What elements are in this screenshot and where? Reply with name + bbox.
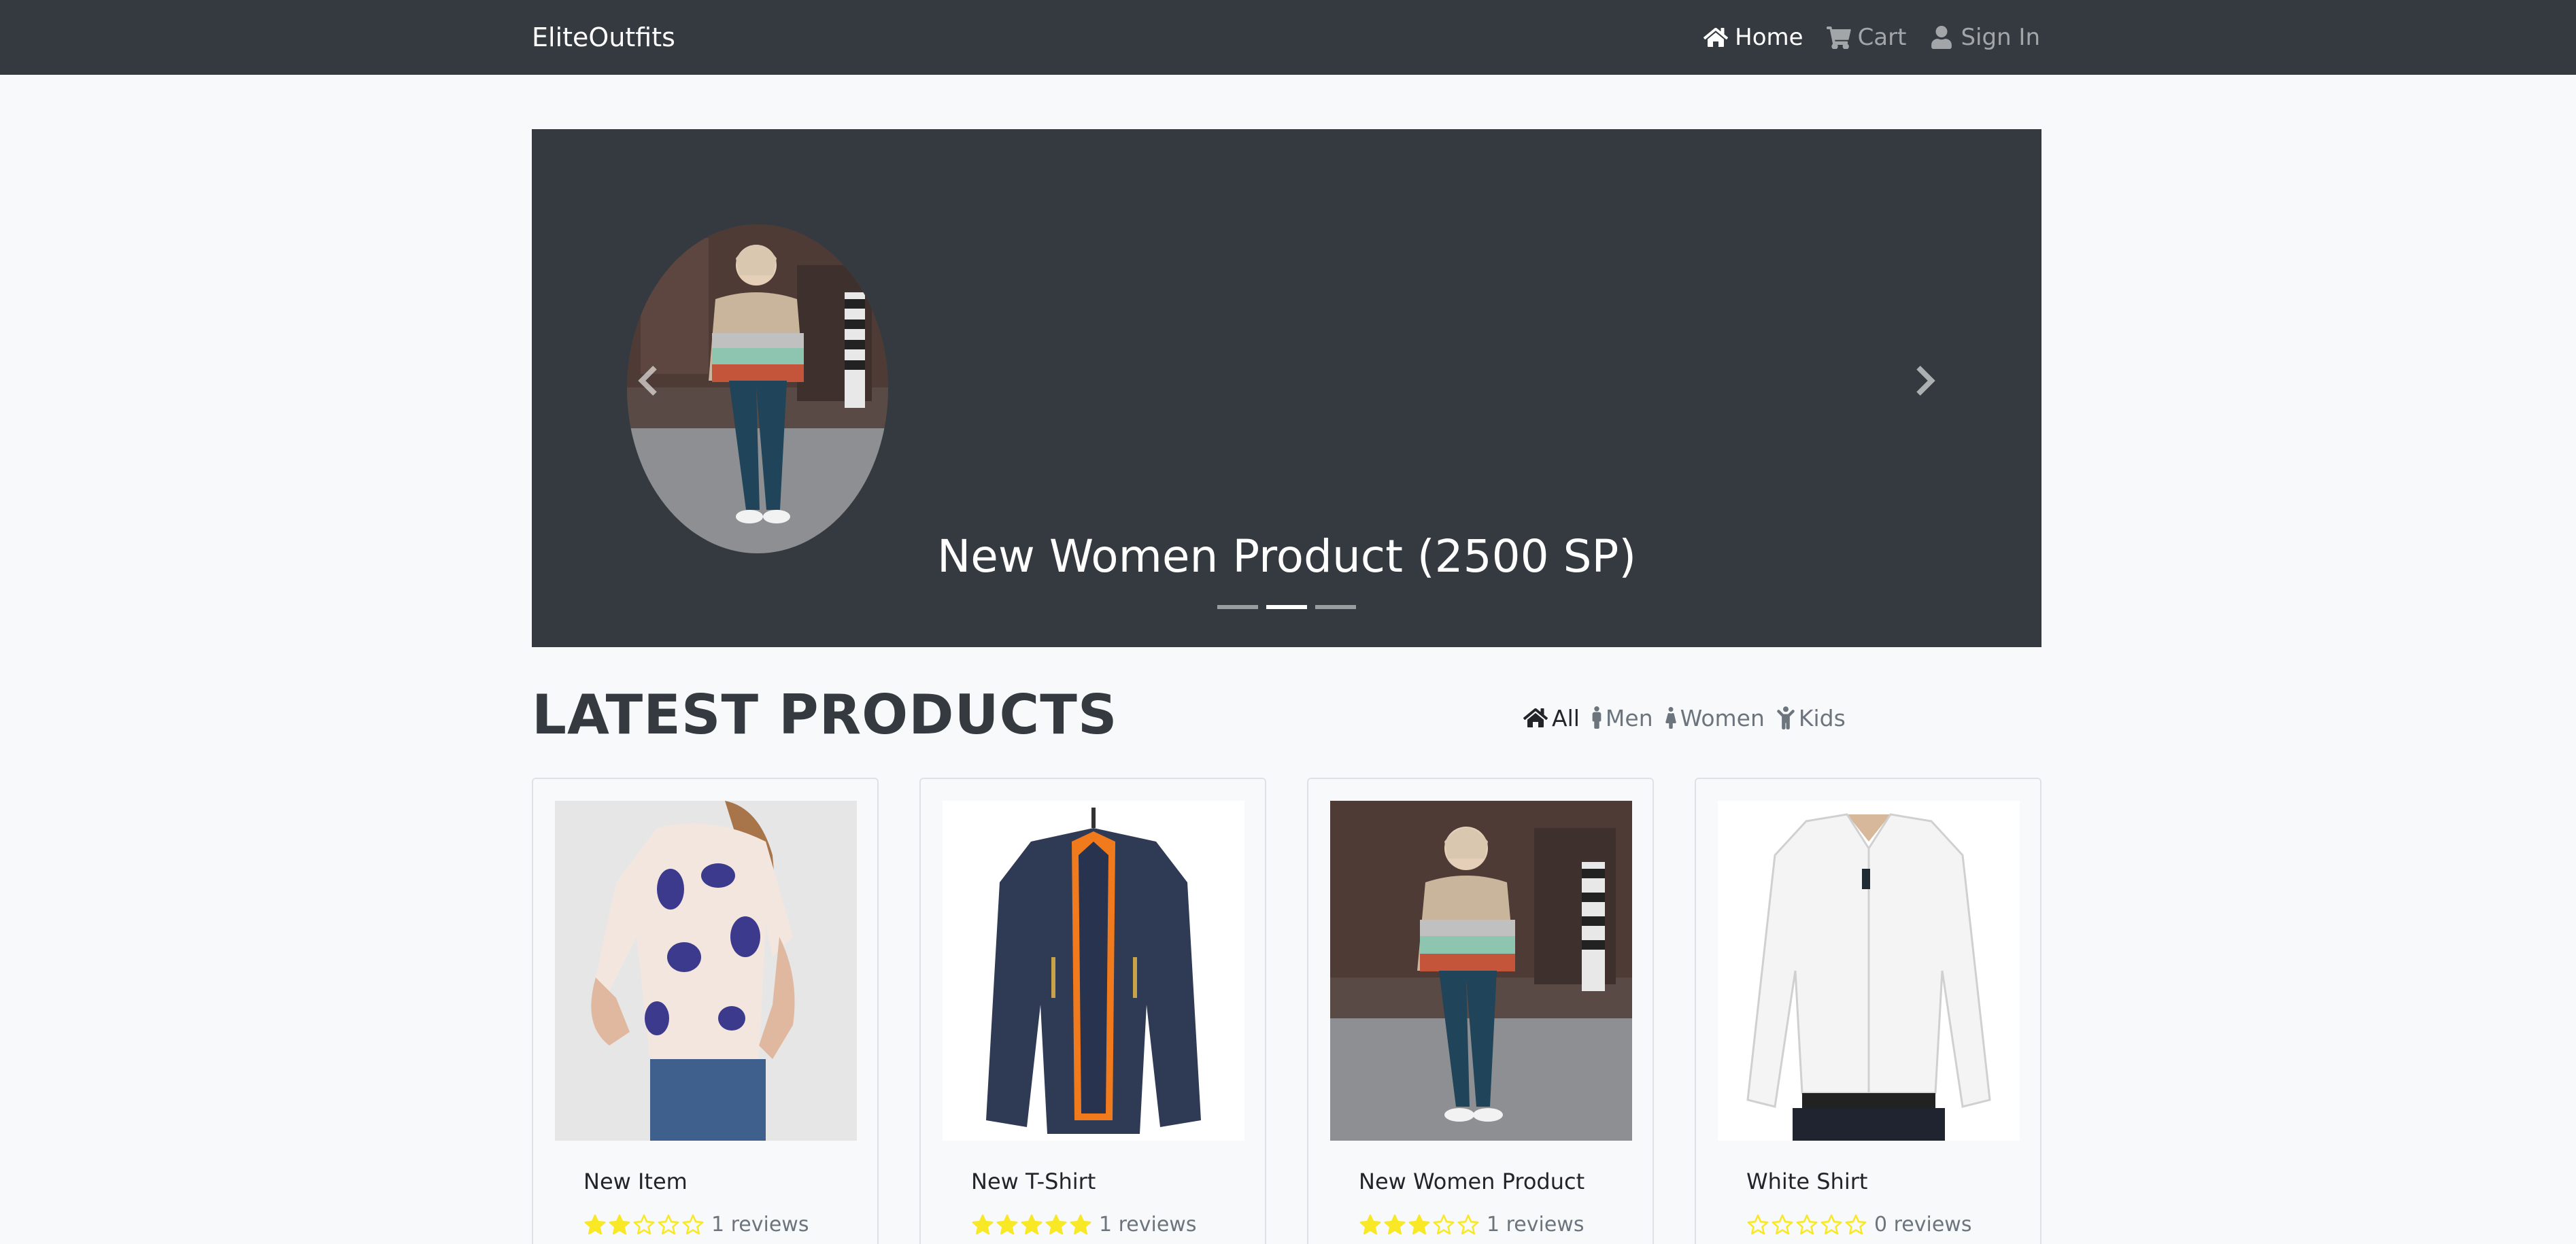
star-filled-icon (1408, 1214, 1430, 1234)
product-image-new-women-product[interactable] (1330, 801, 1632, 1141)
nav-links: Home Cart Sign In (1704, 20, 2040, 54)
product-image-new-tshirt[interactable] (943, 801, 1244, 1141)
star-filled-icon (1359, 1214, 1381, 1234)
star-filled-icon (996, 1214, 1018, 1234)
filter-kids[interactable]: Kids (1777, 705, 1846, 731)
filter-men-label: Men (1605, 704, 1653, 731)
star-filled-icon (1384, 1214, 1406, 1234)
star-empty-icon (658, 1214, 679, 1234)
chevron-right-icon (1916, 366, 1935, 396)
carousel-indicator-2[interactable] (1266, 605, 1307, 609)
female-icon (1665, 707, 1676, 729)
star-filled-icon (1021, 1214, 1043, 1234)
filter-all-label: All (1552, 704, 1580, 731)
star-empty-icon (1747, 1214, 1769, 1234)
product-card[interactable]: New Women Product 1 reviews (1307, 778, 1654, 1244)
product-carousel[interactable]: New Women Product (2500 SP) (532, 129, 2041, 647)
latest-products-heading: LATEST PRODUCTS (532, 683, 1118, 746)
nav-signin-link[interactable]: Sign In (1929, 20, 2040, 54)
star-rating (1746, 1213, 1867, 1237)
user-icon (1931, 26, 1952, 49)
nav-home-link[interactable]: Home (1704, 20, 1803, 54)
product-card[interactable]: White Shirt 0 reviews (1695, 778, 2041, 1244)
woman-fashion-photo (1330, 801, 1632, 1141)
product-image-new-item[interactable] (555, 801, 857, 1141)
filter-all[interactable]: All (1523, 705, 1580, 731)
chevron-left-icon (638, 366, 657, 396)
star-empty-icon (633, 1214, 655, 1234)
review-count: 1 reviews (1099, 1213, 1197, 1237)
carousel-indicator-1[interactable] (1217, 605, 1258, 609)
carousel-indicators (532, 605, 2041, 609)
filter-women[interactable]: Women (1665, 705, 1765, 731)
male-icon (1592, 706, 1601, 729)
star-filled-icon (609, 1214, 630, 1234)
product-title[interactable]: New Women Product (1359, 1167, 1584, 1196)
nav-signin-label: Sign In (1961, 24, 2040, 51)
brand-logo[interactable]: EliteOutfits (532, 20, 675, 54)
patterned-tshirt-photo (555, 801, 857, 1141)
category-filters: All Men Women Kids (1523, 700, 1846, 736)
carousel-prev-button[interactable] (627, 360, 668, 401)
product-rating: 0 reviews (1746, 1213, 1971, 1237)
nav-cart-label: Cart (1857, 24, 1907, 51)
product-card[interactable]: New T-Shirt 1 reviews (919, 778, 1266, 1244)
star-filled-icon (584, 1214, 606, 1234)
star-filled-icon (972, 1214, 994, 1234)
star-filled-icon (1045, 1214, 1067, 1234)
carousel-caption: New Women Product (2500 SP) (936, 530, 1637, 583)
white-shirt-photo (1718, 801, 2020, 1141)
review-count: 1 reviews (1487, 1213, 1584, 1237)
product-card[interactable]: New Item 1 reviews (532, 778, 879, 1244)
star-empty-icon (1845, 1214, 1867, 1234)
star-empty-icon (1796, 1214, 1818, 1234)
carousel-indicator-3[interactable] (1315, 605, 1356, 609)
nav-cart-link[interactable]: Cart (1826, 20, 1907, 54)
star-empty-icon (682, 1214, 704, 1234)
star-empty-icon (1433, 1214, 1455, 1234)
child-icon (1777, 706, 1795, 729)
star-empty-icon (1820, 1214, 1842, 1234)
star-empty-icon (1772, 1214, 1793, 1234)
product-title[interactable]: New T-Shirt (971, 1167, 1096, 1196)
product-title[interactable]: New Item (583, 1167, 688, 1196)
home-icon (1523, 708, 1548, 727)
product-rating: 1 reviews (583, 1213, 809, 1237)
star-rating (1359, 1213, 1480, 1237)
carousel-next-button[interactable] (1905, 360, 1946, 401)
star-filled-icon (1070, 1214, 1091, 1234)
product-rating: 1 reviews (1359, 1213, 1584, 1237)
product-title[interactable]: White Shirt (1746, 1167, 1867, 1196)
product-rating: 1 reviews (971, 1213, 1196, 1237)
nav-home-label: Home (1735, 24, 1803, 51)
filter-men[interactable]: Men (1592, 705, 1653, 731)
filter-women-label: Women (1680, 704, 1765, 731)
home-icon (1704, 27, 1729, 47)
product-image-white-shirt[interactable] (1718, 801, 2020, 1141)
navbar: EliteOutfits Home Cart Sign In (0, 0, 2576, 75)
navy-jacket-photo (943, 801, 1244, 1141)
star-rating (971, 1213, 1092, 1237)
star-empty-icon (1457, 1214, 1479, 1234)
review-count: 0 reviews (1874, 1213, 1972, 1237)
product-grid: New Item 1 reviews New T-Shirt 1 reviews (532, 778, 2041, 1244)
cart-icon (1826, 27, 1851, 49)
filter-kids-label: Kids (1798, 704, 1846, 731)
review-count: 1 reviews (711, 1213, 809, 1237)
star-rating (583, 1213, 705, 1237)
